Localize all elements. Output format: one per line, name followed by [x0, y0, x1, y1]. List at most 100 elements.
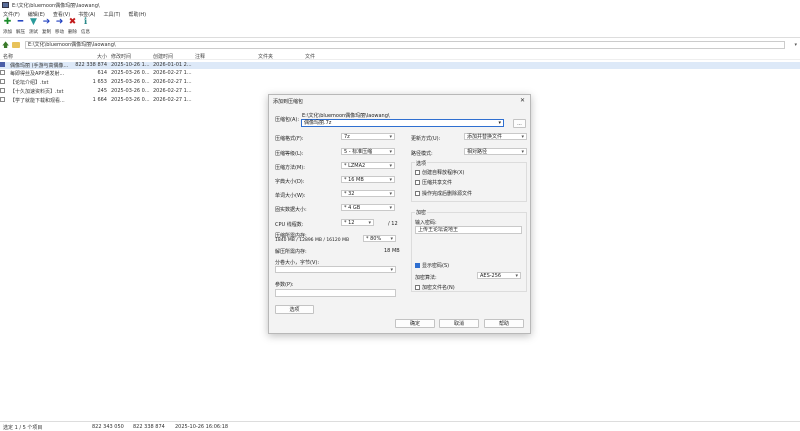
chevron-down-icon: ▾ — [515, 273, 518, 279]
chevron-down-icon: ▾ — [389, 177, 392, 183]
column-comment[interactable]: 注释 — [195, 53, 205, 60]
delete-after-checkbox[interactable]: 操作完成后删除源文件 — [415, 190, 472, 197]
encryption-method-select[interactable]: AES-256 ▾ — [477, 272, 521, 279]
options-button[interactable]: 选项 — [275, 305, 314, 314]
chevron-down-icon: ▾ — [389, 149, 392, 155]
status-selected-size: 822 338 874 — [133, 424, 165, 430]
address-bar: 🡅 E:\文化\bluemoon偶像玛丽\laowang\ ▾ — [0, 40, 800, 50]
test-button[interactable]: ▼ 测试 — [27, 18, 40, 37]
method-select[interactable]: * LZMA2 ▾ — [341, 162, 395, 169]
method-label: 压缩方法(M): — [275, 165, 305, 171]
chevron-down-icon: ▾ — [390, 267, 393, 273]
menu-help[interactable]: 帮助(H) — [128, 11, 146, 18]
table-row[interactable]: 每即得丝及APP通发射... 614 2025-03-26 0... 2026-… — [0, 70, 800, 77]
file-created: 2026-01-01 2... — [153, 62, 192, 68]
file-size: 822 338 874 — [75, 62, 107, 68]
ok-button[interactable]: 确定 — [395, 319, 435, 328]
threads-label: CPU 线程数: — [275, 222, 304, 228]
chevron-down-icon: ▾ — [389, 134, 392, 140]
threads-select[interactable]: * 12 ▾ — [341, 219, 374, 226]
column-name[interactable]: 名称 — [3, 53, 13, 60]
word-size-select[interactable]: * 32 ▾ — [341, 190, 395, 197]
delete-icon: ✖ — [68, 17, 77, 27]
browse-button[interactable]: ... — [513, 119, 526, 128]
file-name: 【论坛介绍】.txt — [10, 80, 49, 86]
column-modified[interactable]: 修改时间 — [111, 53, 131, 60]
archive-name-input[interactable]: 偶像玛丽.7z ▾ — [301, 119, 504, 127]
split-size-label: 分卷大小，字节(V): — [275, 260, 320, 266]
help-button[interactable]: 帮助 — [484, 319, 524, 328]
file-size: 1 653 — [92, 79, 107, 85]
copy-button[interactable]: ➔ 复制 — [40, 18, 53, 37]
extract-button[interactable]: ━ 解压 — [14, 18, 27, 37]
word-size-label: 单词大小(W): — [275, 193, 306, 199]
table-row[interactable]: 【论坛介绍】.txt 1 653 2025-03-26 0... 2026-02… — [0, 79, 800, 86]
text-file-icon — [0, 79, 5, 84]
file-modified: 2025-10-26 1... — [111, 62, 150, 68]
solid-size-select[interactable]: * 4 GB ▾ — [341, 204, 395, 211]
delete-button[interactable]: ✖ 删除 — [66, 18, 79, 37]
file-name: 【学了就能下载和观看... — [10, 98, 65, 104]
test-icon: ▼ — [30, 17, 37, 27]
add-to-archive-dialog: 添加到压缩包 ✕ 压缩包(A): E:\文化\bluemoon偶像玛丽\laow… — [268, 94, 531, 334]
menu-bar: 文件(F) 编辑(E) 查看(V) 书签(A) 工具(T) 帮助(H) — [0, 10, 800, 18]
level-select[interactable]: 5 - 标准压缩 ▾ — [341, 148, 395, 155]
parameters-label: 参数(P): — [275, 282, 294, 288]
file-name: 偶像玛丽 (手游与高偶像... — [10, 63, 69, 69]
table-row[interactable]: 偶像玛丽 (手游与高偶像... 822 338 874 2025-10-26 1… — [0, 62, 800, 69]
sfx-checkbox[interactable]: 创建自释放程序(X) — [415, 169, 464, 176]
copy-icon: ➔ — [42, 17, 51, 27]
text-file-icon — [0, 97, 5, 102]
update-mode-select[interactable]: 添加并替换文件 ▾ — [464, 133, 527, 140]
column-folders[interactable]: 文件夹 — [258, 53, 273, 60]
text-file-icon — [0, 88, 5, 93]
dictionary-select[interactable]: * 16 MB ▾ — [341, 176, 395, 183]
encrypt-names-checkbox[interactable]: 加密文件名(N) — [415, 284, 455, 291]
info-icon: ℹ — [83, 17, 88, 27]
threads-total: / 12 — [388, 221, 398, 227]
column-files[interactable]: 文件 — [305, 53, 315, 60]
chevron-down-icon: ▾ — [498, 120, 501, 126]
path-mode-select[interactable]: 相对路径 ▾ — [464, 148, 527, 155]
column-size[interactable]: 大小 — [97, 53, 107, 60]
solid-size-label: 固实数据大小: — [275, 207, 307, 213]
add-button[interactable]: ✚ 添加 — [1, 18, 14, 37]
path-mode-label: 路径模式: — [411, 151, 433, 157]
info-button[interactable]: ℹ 信息 — [79, 18, 92, 37]
move-button[interactable]: ➜ 移动 — [53, 18, 66, 37]
decompress-memory-label: 解压所需内存: — [275, 249, 307, 255]
password-input[interactable]: 上传王论坛说地王 — [415, 226, 522, 234]
memory-usage-select[interactable]: * 80% ▾ — [363, 235, 396, 242]
window-title: E:\文化\bluemoon偶像玛丽\laowang\ — [12, 2, 100, 9]
file-size: 1 664 — [92, 97, 107, 103]
file-name: 【十久加速资料页】.txt — [10, 89, 64, 95]
chevron-down-icon: ▾ — [389, 205, 392, 211]
chevron-down-icon[interactable]: ▾ — [794, 42, 797, 48]
chevron-down-icon: ▾ — [389, 163, 392, 169]
format-select[interactable]: 7z ▾ — [341, 133, 395, 140]
parameters-input[interactable] — [275, 289, 396, 297]
column-created[interactable]: 创建时间 — [153, 53, 173, 60]
split-size-select[interactable]: ▾ — [275, 266, 396, 273]
up-arrow-icon[interactable]: 🡅 — [2, 41, 10, 49]
chevron-down-icon: ▾ — [390, 236, 393, 242]
chevron-down-icon: ▾ — [389, 191, 392, 197]
menu-tools[interactable]: 工具(T) — [104, 11, 121, 18]
cancel-button[interactable]: 取消 — [439, 319, 479, 328]
encryption-group-title: 加密 — [415, 209, 428, 216]
file-modified: 2025-03-26 0... — [111, 79, 150, 85]
archive-path: E:\文化\bluemoon偶像玛丽\laowang\ — [302, 113, 390, 119]
password-label: 输入密码: — [415, 220, 437, 226]
show-password-checkbox[interactable]: 显示密码(S) — [415, 262, 449, 269]
file-created: 2026-02-27 1... — [153, 79, 192, 85]
file-created: 2026-02-27 1... — [153, 88, 192, 94]
shared-files-checkbox[interactable]: 压缩共享文件 — [415, 179, 452, 186]
move-icon: ➜ — [55, 17, 64, 27]
add-icon: ✚ — [3, 17, 12, 27]
decompress-memory-value: 18 MB — [384, 248, 400, 254]
close-icon[interactable]: ✕ — [520, 97, 525, 104]
folder-icon — [12, 42, 20, 48]
address-input[interactable]: E:\文化\bluemoon偶像玛丽\laowang\ — [25, 41, 785, 49]
status-total-size: 822 343 050 — [92, 424, 124, 430]
dialog-title: 添加到压缩包 — [273, 99, 304, 105]
